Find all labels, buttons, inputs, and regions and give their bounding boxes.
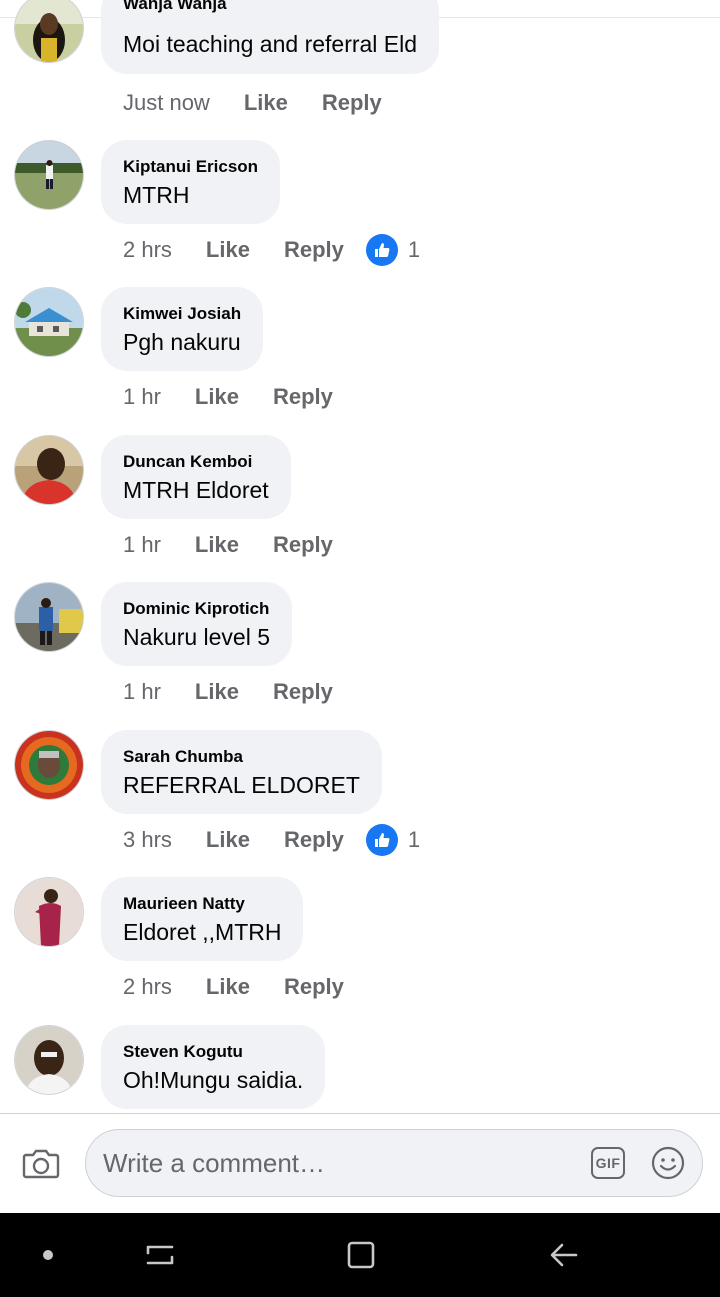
comment-text: Oh!Mungu saidia. [123,1067,304,1093]
like-button[interactable]: Like [206,237,250,263]
comment-text: Moi teaching and referral Eld [123,31,418,57]
comment-text: REFERRAL ELDORET [123,772,360,798]
like-button[interactable]: Like [206,827,250,853]
avatar[interactable] [15,583,83,651]
comment-item: Eldoret ,,MTRH Maurieen Natty Eldoret ,,… [0,877,720,1025]
comment-actions: 2 hrs Like Reply 1 [123,234,421,266]
comment-actions: 1 hr Like Reply [123,382,367,412]
comment-item: REFERRAL ELDORET Sarah Chumba REFERRAL E… [0,730,720,878]
like-button[interactable]: Like [244,90,288,116]
like-button[interactable]: Like [195,679,239,705]
comment-bubble: Pgh nakuru Kimwei Josiah Pgh nakuru [101,287,263,371]
thumbs-up-icon [365,234,398,266]
reaction-summary[interactable]: 1 [365,824,421,856]
comment-bubble: MTRH Eldoret Duncan Kemboi MTRH Eldoret [101,435,291,519]
comment-input[interactable] [103,1130,563,1196]
reply-button[interactable]: Reply [284,237,344,263]
home-icon[interactable] [341,1235,381,1275]
comment-input-container[interactable]: GIF [85,1129,703,1197]
comment-actions: 3 hrs Like Reply 1 [123,824,421,856]
comment-composer: GIF [0,1113,720,1213]
comment-author[interactable]: Kimwei Josiah [123,304,241,324]
comment-author[interactable]: Duncan Kemboi [123,452,252,472]
comment-bubble: Nakuru level 5 Dominic Kiprotich Nakuru … [101,582,293,666]
reply-button[interactable]: Reply [322,90,382,116]
comment-bubble: REFERRAL ELDORET Sarah Chumba REFERRAL E… [101,730,382,814]
reply-button[interactable]: Reply [284,974,344,1000]
system-nav-bar [0,1213,720,1297]
avatar[interactable] [15,0,83,62]
reply-button[interactable]: Reply [273,532,333,558]
comment-author[interactable]: Maurieen Natty [123,894,245,914]
comment-time[interactable]: Just now [123,90,210,116]
comment-text: MTRH [123,182,190,208]
comment-text: Eldoret ,,MTRH [123,919,282,945]
recent-apps-icon[interactable] [140,1235,180,1275]
comment-actions: 1 hr Like Reply [123,530,367,560]
comment-bubble: Oh!Mungu saidia. Steven Kogutu Oh!Mungu … [101,1025,326,1109]
comment-time[interactable]: 1 hr [123,384,161,410]
avatar[interactable] [15,141,83,209]
comments-list: Moi teaching and referral Eld Wanja Wanj… [0,0,720,1113]
comment-time[interactable]: 2 hrs [123,974,172,1000]
avatar[interactable] [15,731,83,799]
comment-bubble: Eldoret ,,MTRH Maurieen Natty Eldoret ,,… [101,877,304,961]
comment-actions: Just now Like Reply [123,88,416,118]
comment-time[interactable]: 1 hr [123,532,161,558]
gif-button[interactable]: GIF [591,1147,625,1179]
comment-item: Oh!Mungu saidia. Steven Kogutu Oh!Mungu … [0,1025,720,1113]
reply-button[interactable]: Reply [284,827,344,853]
avatar[interactable] [15,1026,83,1094]
avatar[interactable] [15,288,83,356]
comment-author[interactable]: Dominic Kiprotich [123,599,269,619]
avatar[interactable] [15,436,83,504]
back-icon[interactable] [544,1235,584,1275]
avatar[interactable] [15,878,83,946]
comment-item: Kiptanui Ericson Kiptanui Ericson MTRH 2… [0,140,720,288]
camera-icon[interactable] [22,1147,60,1181]
comment-item: Moi teaching and referral Eld Wanja Wanj… [0,0,720,146]
like-button[interactable]: Like [195,384,239,410]
reply-button[interactable]: Reply [273,384,333,410]
comment-actions: 1 hr Like Reply [123,677,367,707]
reaction-count: 1 [407,827,421,852]
thumbs-up-icon [365,824,398,856]
dot-icon[interactable] [28,1235,68,1275]
comment-actions: 2 hrs Like Reply [123,972,378,1002]
comment-author[interactable]: Kiptanui Ericson [123,157,258,177]
comment-author[interactable]: Sarah Chumba [123,747,243,767]
comment-item: MTRH Eldoret Duncan Kemboi MTRH Eldoret … [0,435,720,583]
comment-item: Pgh nakuru Kimwei Josiah Pgh nakuru 1 hr… [0,287,720,435]
reply-button[interactable]: Reply [273,679,333,705]
comment-text: Pgh nakuru [123,329,241,355]
comment-bubble: Moi teaching and referral Eld Wanja Wanj… [101,0,440,74]
like-button[interactable]: Like [195,532,239,558]
reaction-count: 1 [407,237,421,262]
comment-item: Nakuru level 5 Dominic Kiprotich Nakuru … [0,582,720,730]
like-button[interactable]: Like [206,974,250,1000]
reaction-summary[interactable]: 1 [365,234,421,266]
emoji-icon[interactable] [651,1146,685,1180]
comment-time[interactable]: 1 hr [123,679,161,705]
comment-author[interactable]: Steven Kogutu [123,1042,243,1062]
comment-bubble: Kiptanui Ericson Kiptanui Ericson MTRH [101,140,281,224]
comment-time[interactable]: 3 hrs [123,827,172,853]
comment-text: MTRH Eldoret [123,477,269,503]
comment-time[interactable]: 2 hrs [123,237,172,263]
comment-text: Nakuru level 5 [123,624,271,650]
comment-author[interactable]: Wanja Wanja [123,0,227,14]
